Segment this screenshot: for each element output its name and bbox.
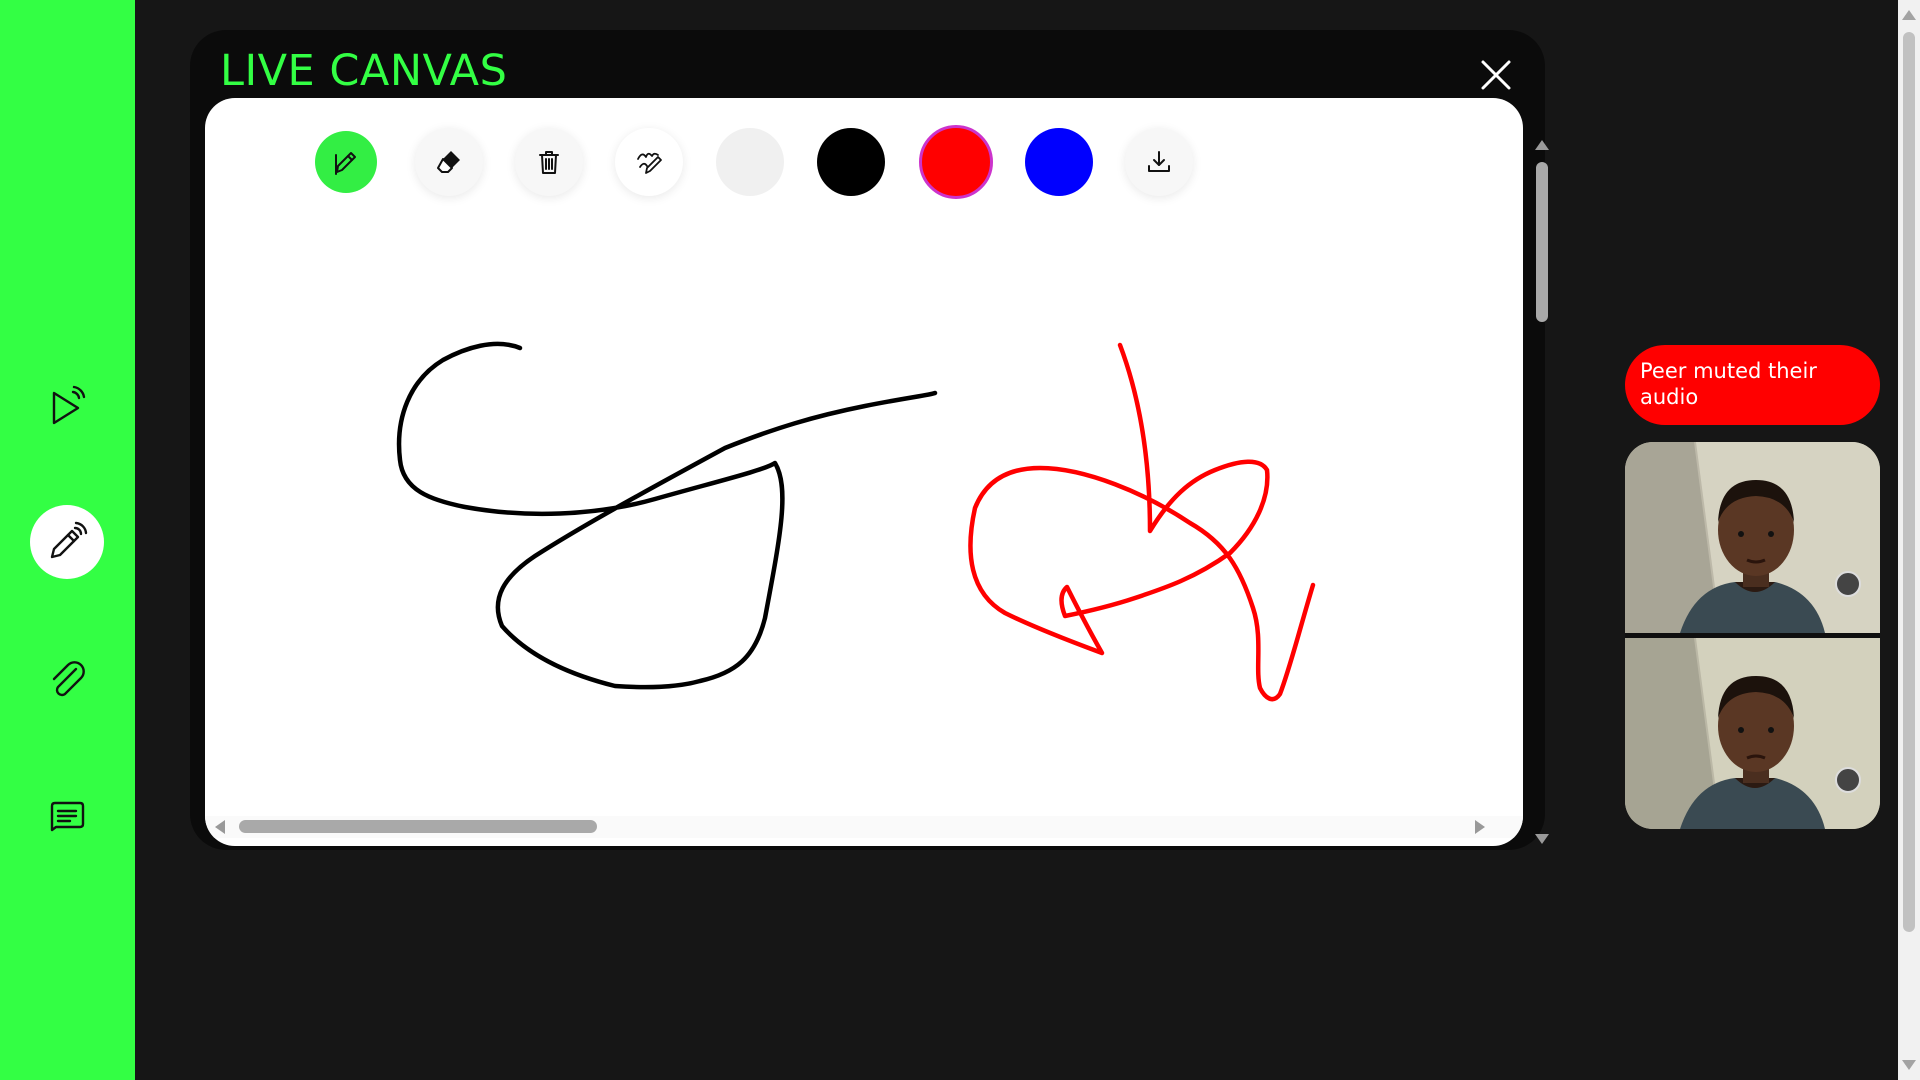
attachments-button[interactable] <box>30 643 104 717</box>
color-swatch-blue[interactable] <box>1025 128 1093 196</box>
auto-draw-button[interactable] <box>615 128 683 196</box>
color-swatch-light-gray[interactable] <box>716 128 784 196</box>
page-scroll-down-arrow[interactable] <box>1902 1060 1916 1070</box>
chat-message-icon <box>50 801 85 832</box>
vertical-scroll-thumb[interactable] <box>1536 162 1548 322</box>
scroll-up-arrow[interactable] <box>1535 140 1549 150</box>
pencil-broadcast-icon <box>50 521 88 559</box>
page-scroll-up-arrow[interactable] <box>1902 10 1916 20</box>
video-panel <box>1625 442 1880 829</box>
download-icon <box>1148 151 1170 172</box>
drawing-strokes <box>396 341 1316 702</box>
person-video-image <box>1625 442 1880 633</box>
person-video-image <box>1625 638 1880 829</box>
live-canvas-modal: LIVE CANVAS <box>190 30 1549 850</box>
trash-icon <box>539 151 559 174</box>
clear-canvas-button[interactable] <box>515 128 583 196</box>
red-stroke <box>968 342 1316 702</box>
close-icon <box>1481 60 1511 90</box>
page-scrollbar[interactable] <box>1898 0 1920 1080</box>
eraser-icon <box>437 151 460 173</box>
whiteboard-button[interactable] <box>30 505 104 579</box>
canvas-horizontal-scrollbar[interactable] <box>205 816 1523 838</box>
color-swatch-red[interactable] <box>919 125 993 199</box>
chat-button[interactable] <box>30 779 104 853</box>
local-video <box>1625 638 1880 829</box>
stream-button[interactable] <box>30 369 104 443</box>
eraser-tool-button[interactable] <box>415 128 483 196</box>
color-swatch-black[interactable] <box>817 128 885 196</box>
horizontal-scroll-thumb[interactable] <box>239 820 597 833</box>
paperclip-icon <box>52 661 85 697</box>
scroll-right-arrow[interactable] <box>1475 820 1485 834</box>
notification-toast: Peer muted their audio <box>1625 345 1880 425</box>
scribble-pencil-icon <box>637 152 662 174</box>
page-scroll-thumb[interactable] <box>1903 32 1915 932</box>
remote-video <box>1625 442 1880 633</box>
scroll-left-arrow[interactable] <box>215 820 225 834</box>
black-stroke <box>396 341 938 690</box>
pencil-icon <box>335 152 356 175</box>
notification-text: Peer muted their audio <box>1640 359 1817 409</box>
canvas-vertical-scrollbar[interactable] <box>1530 102 1554 858</box>
download-button[interactable] <box>1125 128 1193 196</box>
scroll-down-arrow[interactable] <box>1535 834 1549 844</box>
modal-title: LIVE CANVAS <box>220 46 508 96</box>
sidebar <box>0 0 135 1080</box>
drawing-canvas[interactable] <box>205 98 1523 846</box>
play-broadcast-icon <box>52 385 86 425</box>
close-button[interactable] <box>1475 54 1517 96</box>
pencil-tool-button[interactable] <box>315 131 377 193</box>
